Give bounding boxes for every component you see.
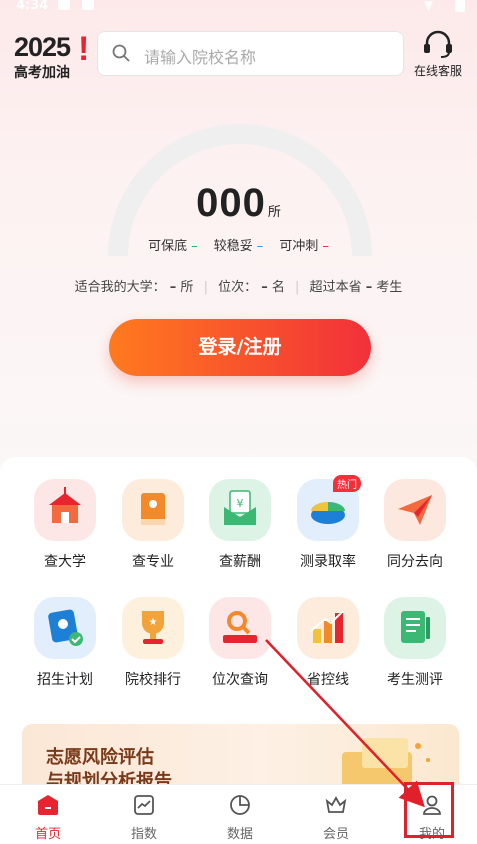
annotation-arrow bbox=[265, 639, 425, 808]
annotation-highlight-box bbox=[404, 782, 454, 838]
